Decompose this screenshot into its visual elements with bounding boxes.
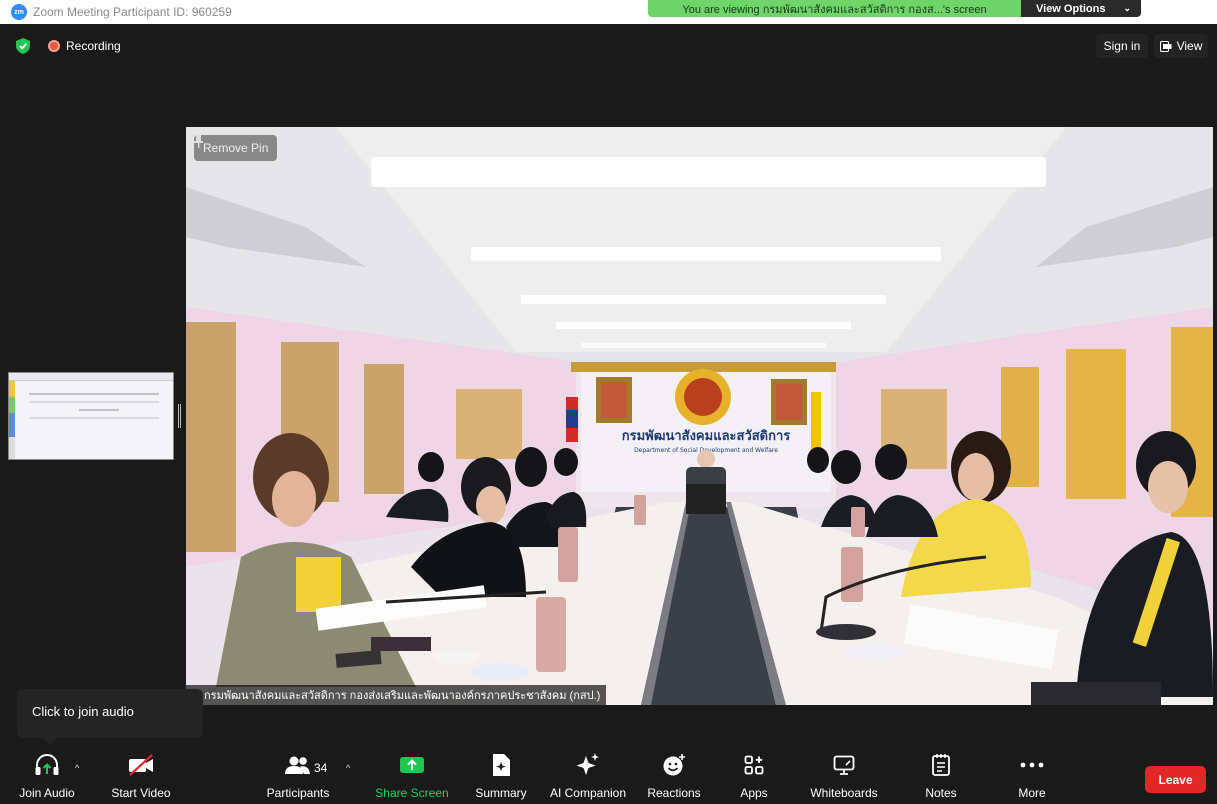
thumbnail-line — [29, 393, 159, 395]
notes-button[interactable]: Notes — [918, 752, 964, 802]
participant-count: 34 — [314, 761, 328, 775]
start-video-button[interactable]: Start Video — [106, 752, 176, 802]
more-label: More — [1018, 786, 1046, 800]
reactions-label: Reactions — [647, 786, 701, 800]
meeting-area: Recording Sign in View กรมพัฒนาสังคมและส… — [2, 26, 1215, 746]
more-button[interactable]: More — [1010, 752, 1054, 802]
share-screen-label: Share Screen — [375, 786, 449, 800]
shared-screen-thumbnail[interactable] — [8, 372, 174, 460]
chevron-up-icon[interactable]: ^ — [346, 763, 350, 773]
thumbnail-line — [79, 409, 119, 411]
apps-label: Apps — [740, 786, 768, 800]
participants-label: Participants — [266, 786, 330, 800]
notes-icon — [932, 754, 950, 776]
view-label: View — [1176, 39, 1203, 53]
summary-button[interactable]: Summary — [472, 752, 530, 802]
video-off-icon — [129, 754, 153, 776]
headphones-icon — [35, 754, 59, 775]
thumbnail-line — [29, 417, 159, 419]
view-options-button[interactable]: View Options ⌄ — [1021, 0, 1141, 17]
summary-icon — [493, 754, 510, 776]
summary-label: Summary — [475, 786, 527, 800]
whiteboard-icon — [833, 755, 855, 775]
view-options-label: View Options — [1036, 2, 1106, 15]
screen-share-banner: You are viewing กรมพัฒนาสังคมและสวัสดิกา… — [648, 0, 1021, 17]
join-audio-label: Join Audio — [19, 786, 75, 800]
smiley-plus-icon — [663, 754, 685, 776]
sparkle-icon — [576, 753, 599, 775]
shield-check-icon[interactable] — [16, 38, 30, 54]
chevron-up-icon[interactable]: ^ — [75, 763, 79, 773]
window-titlebar: zm Zoom Meeting Participant ID: 960259 Y… — [0, 0, 1217, 24]
reactions-button[interactable]: Reactions — [644, 752, 704, 802]
join-audio-button[interactable]: Join Audio — [14, 752, 80, 802]
participant-name-caption: กรมพัฒนาสังคมและสวัสดิการ กองส่งเสริมและ… — [186, 685, 607, 705]
view-button[interactable]: View — [1154, 34, 1208, 58]
chevron-down-icon: ⌄ — [1123, 3, 1132, 13]
whiteboards-label: Whiteboards — [810, 786, 878, 800]
meeting-toolbar: Join Audio ^ Start Video Participants 34… — [0, 746, 1217, 804]
apps-icon — [744, 755, 764, 775]
start-video-label: Start Video — [111, 786, 171, 800]
recording-indicator[interactable]: Recording — [48, 39, 121, 53]
zoom-logo-icon: zm — [11, 4, 27, 20]
participants-icon — [285, 756, 310, 774]
remove-pin-label: Remove Pin — [203, 141, 269, 155]
share-screen-button[interactable]: Share Screen — [374, 752, 450, 802]
panel-resize-handle[interactable] — [178, 404, 181, 428]
sign-in-button[interactable]: Sign in — [1096, 34, 1148, 58]
thumbnail-sidebar — [9, 381, 15, 459]
pinned-video[interactable]: กรมพัฒนาสังคมและสวัสดิการ Department of … — [186, 127, 1213, 705]
join-audio-tooltip: Click to join audio — [17, 689, 203, 745]
recording-label: Recording — [66, 39, 121, 53]
thumbnail-toolbar — [9, 373, 173, 381]
pin-icon — [194, 135, 203, 148]
participants-button[interactable]: Participants — [264, 752, 332, 802]
share-arrow-icon — [400, 757, 424, 773]
ai-companion-button[interactable]: AI Companion — [546, 752, 630, 802]
remove-pin-button[interactable]: Remove Pin — [194, 135, 278, 161]
window-title: Zoom Meeting Participant ID: 960259 — [33, 5, 232, 19]
apps-button[interactable]: Apps — [732, 752, 776, 802]
leave-button[interactable]: Leave — [1145, 766, 1206, 793]
conference-room-image: กรมพัฒนาสังคมและสวัสดิการ Department of … — [186, 127, 1213, 705]
room-sign-thai: กรมพัฒนาสังคมและสวัสดิการ — [622, 429, 791, 444]
view-icon — [1159, 40, 1172, 52]
thumbnail-line — [29, 401, 159, 403]
whiteboards-button[interactable]: Whiteboards — [806, 752, 882, 802]
notes-label: Notes — [925, 786, 957, 800]
recording-dot-icon — [48, 40, 60, 52]
ai-companion-label: AI Companion — [549, 786, 627, 800]
more-dots-icon — [1020, 762, 1044, 768]
